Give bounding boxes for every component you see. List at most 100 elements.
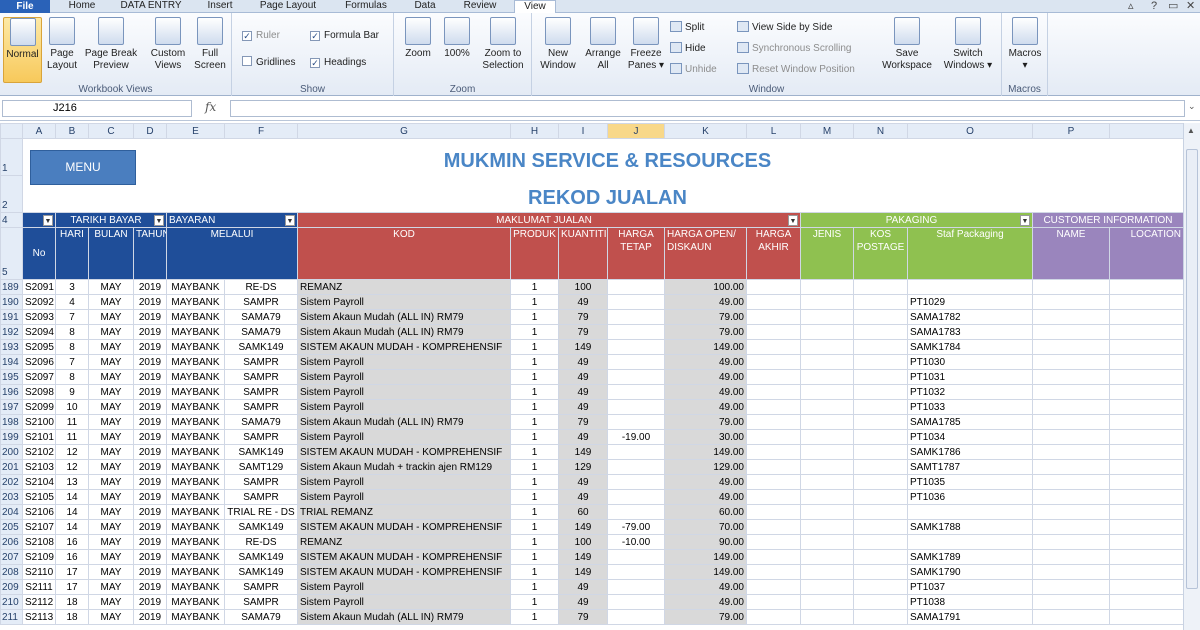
cell-empty[interactable]: [746, 399, 801, 415]
cell-tetap[interactable]: 79: [558, 309, 608, 325]
cell-empty[interactable]: [800, 594, 854, 610]
cell-tahun[interactable]: 2019: [133, 489, 167, 505]
row-header[interactable]: 211: [0, 609, 23, 625]
cell-hari[interactable]: 4: [55, 294, 89, 310]
cell-empty[interactable]: [1032, 594, 1110, 610]
cell-empty[interactable]: [1109, 309, 1183, 325]
cell-empty[interactable]: [800, 489, 854, 505]
cell-empty[interactable]: [853, 609, 908, 625]
tab-file[interactable]: File: [0, 0, 50, 13]
cell-via[interactable]: MAYBANK: [166, 384, 225, 400]
cell-name[interactable]: [907, 504, 1033, 520]
cell-via[interactable]: MAYBANK: [166, 579, 225, 595]
new-window-button[interactable]: New Window: [536, 17, 580, 72]
cell-qty[interactable]: 1: [510, 564, 559, 580]
tab-review[interactable]: Review: [455, 0, 505, 13]
cell-empty[interactable]: [853, 519, 908, 535]
cell-disk[interactable]: [607, 444, 665, 460]
cell-tahun[interactable]: 2019: [133, 354, 167, 370]
cell-empty[interactable]: [1109, 489, 1183, 505]
cell-empty[interactable]: [1032, 354, 1110, 370]
cell-tahun[interactable]: 2019: [133, 429, 167, 445]
row-header[interactable]: 208: [0, 564, 23, 580]
cell-hari[interactable]: 14: [55, 519, 89, 535]
cell-qty[interactable]: 1: [510, 534, 559, 550]
cell-empty[interactable]: [746, 579, 801, 595]
column-header[interactable]: O: [907, 123, 1033, 139]
cell-kod[interactable]: SAMPR: [224, 594, 298, 610]
row-header[interactable]: 5: [0, 227, 23, 280]
cell-disk[interactable]: [607, 369, 665, 385]
cell-name[interactable]: SAMA1783: [907, 324, 1033, 340]
column-header[interactable]: P: [1032, 123, 1110, 139]
cell-bulan[interactable]: MAY: [88, 504, 134, 520]
cell-no[interactable]: S2095: [22, 339, 56, 355]
cell-hari[interactable]: 12: [55, 459, 89, 475]
cell-empty[interactable]: [1032, 579, 1110, 595]
cell-empty[interactable]: [853, 294, 908, 310]
cell-name[interactable]: SAMK1789: [907, 549, 1033, 565]
cell-empty[interactable]: [800, 579, 854, 595]
cell-via[interactable]: MAYBANK: [166, 399, 225, 415]
cell-empty[interactable]: [1109, 324, 1183, 340]
cell-qty[interactable]: 1: [510, 474, 559, 490]
cell-empty[interactable]: [853, 564, 908, 580]
cell-akhir[interactable]: 49.00: [664, 354, 747, 370]
row-header[interactable]: 192: [0, 324, 23, 340]
cell-no[interactable]: S2094: [22, 324, 56, 340]
cell-disk[interactable]: [607, 504, 665, 520]
cell-produk[interactable]: Sistem Payroll: [297, 489, 511, 505]
cell-empty[interactable]: [1032, 414, 1110, 430]
cell-bulan[interactable]: MAY: [88, 324, 134, 340]
cell-empty[interactable]: [800, 384, 854, 400]
cell-tetap[interactable]: 79: [558, 324, 608, 340]
cell-disk[interactable]: [607, 594, 665, 610]
cell-bulan[interactable]: MAY: [88, 369, 134, 385]
cell-qty[interactable]: 1: [510, 429, 559, 445]
page-break-preview-button[interactable]: Page Break Preview: [82, 17, 140, 72]
cell-disk[interactable]: [607, 459, 665, 475]
cell-disk[interactable]: [607, 384, 665, 400]
column-header[interactable]: G: [297, 123, 511, 139]
cell-tetap[interactable]: 149: [558, 564, 608, 580]
cell-via[interactable]: MAYBANK: [166, 564, 225, 580]
cell-produk[interactable]: TRIAL REMANZ: [297, 504, 511, 520]
column-header[interactable]: C: [88, 123, 134, 139]
cell-hari[interactable]: 10: [55, 399, 89, 415]
filter-dropdown-icon[interactable]: ▼: [154, 214, 164, 226]
column-header[interactable]: F: [224, 123, 298, 139]
custom-views-button[interactable]: Custom Views: [146, 17, 190, 72]
cell-qty[interactable]: 1: [510, 339, 559, 355]
cell-disk[interactable]: [607, 489, 665, 505]
row-header[interactable]: 193: [0, 339, 23, 355]
cell-akhir[interactable]: 149.00: [664, 339, 747, 355]
cell-hari[interactable]: 9: [55, 384, 89, 400]
cell-no[interactable]: S2091: [22, 279, 56, 295]
cell-name[interactable]: PT1034: [907, 429, 1033, 445]
cell-hari[interactable]: 7: [55, 309, 89, 325]
cell-name[interactable]: SAMA1791: [907, 609, 1033, 625]
cell-empty[interactable]: [853, 399, 908, 415]
cell-via[interactable]: MAYBANK: [166, 504, 225, 520]
row-header[interactable]: 202: [0, 474, 23, 490]
cell-qty[interactable]: 1: [510, 279, 559, 295]
cell-akhir[interactable]: 79.00: [664, 609, 747, 625]
cell-kod[interactable]: SAMK149: [224, 549, 298, 565]
cell-name[interactable]: PT1029: [907, 294, 1033, 310]
cell-name[interactable]: PT1033: [907, 399, 1033, 415]
cell-empty[interactable]: [746, 534, 801, 550]
cell-name[interactable]: PT1030: [907, 354, 1033, 370]
cell-empty[interactable]: [800, 294, 854, 310]
cell-disk[interactable]: -10.00: [607, 534, 665, 550]
cell-akhir[interactable]: 129.00: [664, 459, 747, 475]
cell-via[interactable]: MAYBANK: [166, 429, 225, 445]
cell-via[interactable]: MAYBANK: [166, 459, 225, 475]
column-header[interactable]: N: [853, 123, 908, 139]
cell-tahun[interactable]: 2019: [133, 594, 167, 610]
cell-tetap[interactable]: 49: [558, 594, 608, 610]
cell-tahun[interactable]: 2019: [133, 564, 167, 580]
cell-empty[interactable]: [1109, 369, 1183, 385]
cell-disk[interactable]: [607, 474, 665, 490]
cell-empty[interactable]: [1032, 384, 1110, 400]
cell-empty[interactable]: [1109, 609, 1183, 625]
